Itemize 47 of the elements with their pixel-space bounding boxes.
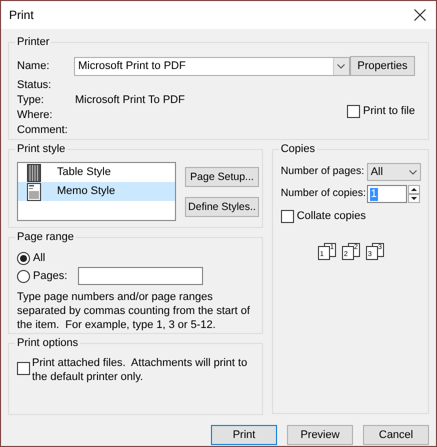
radio-label[interactable]: All (33, 250, 73, 266)
checkbox[interactable] (280, 210, 294, 223)
group-label: Print style (15, 142, 68, 156)
checkbox-label[interactable]: Collate copies (296, 208, 366, 224)
input-field[interactable] (78, 267, 203, 285)
button[interactable]: Define Styles.. (185, 197, 259, 217)
style-list[interactable]: Table Style Memo Style (17, 162, 176, 221)
dropdown-value: Microsoft Print to PDF (78, 58, 186, 74)
group-label: Print options (15, 336, 80, 350)
group-label: Page range (15, 230, 76, 244)
list-item-label: Memo Style (57, 184, 116, 200)
field-label: Type: (17, 93, 45, 108)
dropdown-value: All (370, 164, 383, 180)
radio-button[interactable] (17, 270, 30, 282)
document-icon (27, 182, 41, 200)
radio-button[interactable] (17, 252, 30, 264)
radio-label[interactable]: Pages: (33, 268, 73, 284)
field-label: Status: (17, 78, 52, 94)
group-label: Copies (278, 142, 317, 156)
field-value: Microsoft Print To PDF (75, 93, 185, 108)
field-label: Comment: (17, 123, 69, 138)
field-label: Name: (17, 58, 50, 74)
checkbox-label[interactable]: Print attached files. Attachments will print to the default printer only. (32, 356, 252, 384)
checkbox[interactable] (17, 362, 30, 375)
caret-icon (408, 170, 417, 174)
field-label: Number of pages: (280, 164, 366, 180)
spinner-icon[interactable] (408, 185, 420, 203)
list-item[interactable]: Table Style (18, 163, 175, 182)
field-label: Where: (17, 108, 54, 124)
button[interactable]: Page Setup... (185, 167, 259, 187)
list-item[interactable]: Memo Style (18, 182, 175, 201)
checkbox[interactable] (347, 104, 360, 118)
button[interactable]: Preview (287, 425, 353, 445)
button[interactable]: Print (211, 425, 277, 445)
field-value: 1 (370, 188, 378, 200)
close-icon[interactable] (414, 9, 426, 21)
pages-dropdown[interactable]: All (366, 163, 421, 181)
caret-icon[interactable] (332, 58, 349, 74)
checkbox-label[interactable]: Print to file (363, 102, 415, 120)
button[interactable]: Cancel (363, 425, 429, 445)
button[interactable]: Properties (350, 56, 415, 76)
field-label: Number of copies: (280, 186, 367, 202)
hint-text: Type page numbers and/or page ranges separated by commas counting from the start of the item. For example, type 1, 3 or 5-12. (17, 290, 251, 332)
table-icon (27, 164, 41, 182)
printer-dropdown[interactable]: Microsoft Print to PDF (74, 56, 350, 76)
window-title: Print (9, 7, 34, 24)
list-item-label: Table Style (57, 165, 111, 180)
